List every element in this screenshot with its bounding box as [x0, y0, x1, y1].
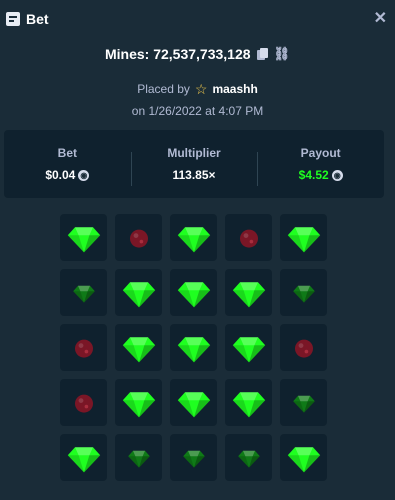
placed-by-label: Placed by — [137, 82, 190, 96]
stat-bet: Bet $0.04 ◉ — [4, 146, 131, 182]
grid-tile — [225, 269, 272, 316]
header-title-group: Bet — [6, 11, 49, 27]
grid-tile — [280, 379, 327, 426]
grid-tile — [60, 269, 107, 316]
grid-tile — [115, 379, 162, 426]
gem-icon — [122, 281, 155, 307]
bet-date: on 1/26/2022 at 4:07 PM — [131, 104, 264, 118]
mine-icon — [294, 339, 313, 358]
stat-multiplier-label: Multiplier — [167, 146, 221, 160]
stat-bet-value-row: $0.04 ◉ — [4, 168, 131, 182]
close-icon[interactable]: ✕ — [374, 11, 387, 27]
gem-icon — [182, 450, 205, 468]
mine-icon — [239, 229, 258, 248]
stat-bet-value: $0.04 — [45, 168, 76, 182]
grid-tile — [60, 434, 107, 481]
modal-title: Bet — [26, 11, 49, 27]
grid-tile — [60, 324, 107, 371]
gem-icon — [127, 450, 150, 468]
copy-icon[interactable] — [256, 47, 268, 61]
stat-payout-value: $4.52 — [298, 168, 329, 182]
bet-icon — [6, 12, 20, 26]
grid-tile — [225, 324, 272, 371]
gem-icon — [122, 391, 155, 417]
gem-icon — [232, 281, 265, 307]
mines-line: Mines: 72,537,733,128 ⛓ — [0, 46, 395, 62]
placed-by-line: Placed by ☆ maashh — [0, 82, 395, 96]
grid-tile — [225, 379, 272, 426]
grid-tile — [115, 434, 162, 481]
mine-icon — [74, 394, 93, 413]
gem-icon — [232, 336, 265, 362]
grid-tile — [225, 434, 272, 481]
bet-stats-panel: Bet $0.04 ◉ Multiplier 113.85× Payout $4… — [4, 130, 384, 198]
gem-icon — [287, 446, 320, 472]
gem-icon — [292, 395, 315, 413]
grid-tile — [170, 434, 217, 481]
gem-icon — [122, 336, 155, 362]
stat-payout: Payout $4.52 ◉ — [257, 146, 384, 186]
grid-tile — [115, 214, 162, 261]
currency-coin-icon: ◉ — [331, 169, 343, 181]
grid-tile — [170, 214, 217, 261]
grid-tile — [115, 269, 162, 316]
modal-header: Bet ✕ — [0, 0, 395, 38]
mine-icon — [74, 339, 93, 358]
grid-tile — [225, 214, 272, 261]
mine-icon — [129, 229, 148, 248]
gem-icon — [177, 281, 210, 307]
grid-tile — [280, 324, 327, 371]
stat-multiplier: Multiplier 113.85× — [130, 146, 258, 186]
stat-multiplier-value: 113.85× — [172, 168, 216, 182]
gem-icon — [232, 391, 265, 417]
gem-icon — [292, 285, 315, 303]
grid-tile — [115, 324, 162, 371]
grid-tile — [280, 434, 327, 481]
grid-tile — [280, 269, 327, 316]
grid-tile — [60, 214, 107, 261]
mines-grid — [60, 214, 327, 481]
star-icon: ☆ — [194, 81, 208, 97]
stat-multiplier-value-row: 113.85× — [131, 168, 258, 182]
gem-icon — [67, 446, 100, 472]
grid-tile — [170, 379, 217, 426]
gem-icon — [237, 450, 260, 468]
grid-tile — [60, 379, 107, 426]
mines-id: Mines: 72,537,733,128 — [104, 46, 251, 62]
stat-payout-label: Payout — [300, 146, 341, 160]
gem-icon — [72, 285, 95, 303]
link-icon[interactable]: ⛓ — [274, 46, 291, 62]
gem-icon — [177, 336, 210, 362]
grid-tile — [170, 269, 217, 316]
gem-icon — [287, 226, 320, 252]
stat-payout-value-row: $4.52 ◉ — [257, 168, 384, 182]
username-link[interactable]: maashh — [212, 82, 257, 96]
gem-icon — [67, 226, 100, 252]
gem-icon — [177, 226, 210, 252]
grid-tile — [280, 214, 327, 261]
currency-coin-icon: ◉ — [78, 169, 90, 181]
stat-bet-label: Bet — [57, 146, 77, 160]
gem-icon — [177, 391, 210, 417]
grid-tile — [170, 324, 217, 371]
